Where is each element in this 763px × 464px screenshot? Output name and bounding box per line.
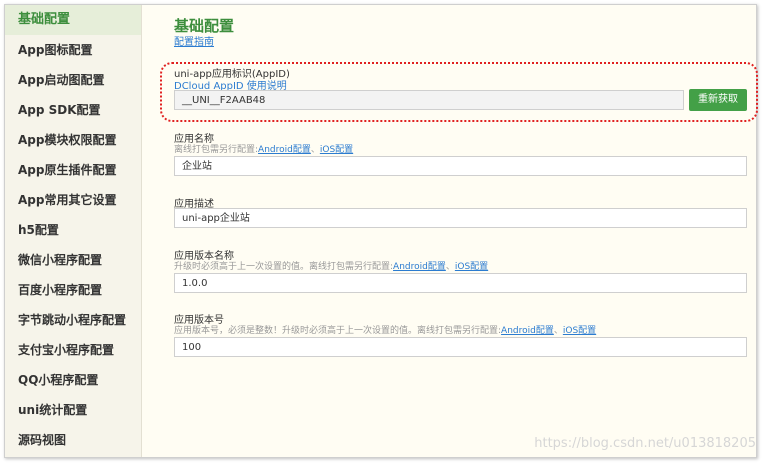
- version-code-input[interactable]: 100: [174, 337, 747, 357]
- app-name-hint: 离线打包需另行配置:Android配置、iOS配置: [174, 142, 353, 155]
- sidebar-item-qq[interactable]: QQ小程序配置: [5, 365, 141, 395]
- version-code-android-link[interactable]: Android配置: [501, 326, 554, 336]
- version-name-ios-link[interactable]: iOS配置: [455, 262, 488, 272]
- app-desc-input[interactable]: uni-app企业站: [174, 208, 747, 228]
- version-name-hint-text: 升级时必须高于上一次设置的值。离线打包需另行配置:: [174, 262, 394, 272]
- sidebar-item-h5[interactable]: h5配置: [5, 215, 141, 245]
- refresh-appid-button[interactable]: 重新获取: [689, 89, 747, 111]
- app-name-android-link[interactable]: Android配置: [258, 145, 311, 155]
- sidebar-item-app-other-settings[interactable]: App常用其它设置: [5, 185, 141, 215]
- version-name-hint: 升级时必须高于上一次设置的值。离线打包需另行配置:Android配置、iOS配置: [174, 259, 488, 272]
- config-guide-link[interactable]: 配置指南: [174, 33, 214, 48]
- version-name-android-link[interactable]: Android配置: [393, 262, 446, 272]
- app-name-input[interactable]: 企业站: [174, 156, 747, 176]
- sidebar-item-app-icon[interactable]: App图标配置: [5, 35, 141, 65]
- app-name-hint-sep: 、: [310, 145, 320, 155]
- sidebar-item-app-native-plugins[interactable]: App原生插件配置: [5, 155, 141, 185]
- sidebar-item-toutiao[interactable]: 字节跳动小程序配置: [5, 305, 141, 335]
- sidebar: 基础配置 App图标配置 App启动图配置 App SDK配置 App模块权限配…: [5, 5, 142, 457]
- appid-field[interactable]: __UNI__F2AAB48: [174, 90, 684, 110]
- version-code-hint-text: 应用版本号，必须是整数！升级时必须高于上一次设置的值。离线打包需另行配置:: [174, 326, 502, 336]
- version-name-hint-sep: 、: [445, 262, 455, 272]
- sidebar-item-basic[interactable]: 基础配置: [5, 5, 141, 35]
- sidebar-item-weixin[interactable]: 微信小程序配置: [5, 245, 141, 275]
- watermark: https://blog.csdn.net/u013818205: [534, 436, 756, 451]
- version-code-hint-sep: 、: [553, 326, 563, 336]
- main-panel: 基础配置 配置指南 uni-app应用标识(AppID) DCloud AppI…: [142, 5, 758, 457]
- sidebar-item-baidu[interactable]: 百度小程序配置: [5, 275, 141, 305]
- sidebar-item-app-sdk[interactable]: App SDK配置: [5, 95, 141, 125]
- version-code-hint: 应用版本号，必须是整数！升级时必须高于上一次设置的值。离线打包需另行配置:And…: [174, 323, 596, 336]
- sidebar-item-app-permissions[interactable]: App模块权限配置: [5, 125, 141, 155]
- sidebar-item-app-splash[interactable]: App启动图配置: [5, 65, 141, 95]
- sidebar-item-alipay[interactable]: 支付宝小程序配置: [5, 335, 141, 365]
- app-name-ios-link[interactable]: iOS配置: [320, 145, 353, 155]
- app-window: 基础配置 App图标配置 App启动图配置 App SDK配置 App模块权限配…: [4, 4, 758, 458]
- sidebar-item-source-view[interactable]: 源码视图: [5, 425, 141, 455]
- version-name-input[interactable]: 1.0.0: [174, 273, 747, 293]
- version-code-ios-link[interactable]: iOS配置: [563, 326, 596, 336]
- sidebar-item-uni-stat[interactable]: uni统计配置: [5, 395, 141, 425]
- app-name-hint-text: 离线打包需另行配置:: [174, 145, 259, 155]
